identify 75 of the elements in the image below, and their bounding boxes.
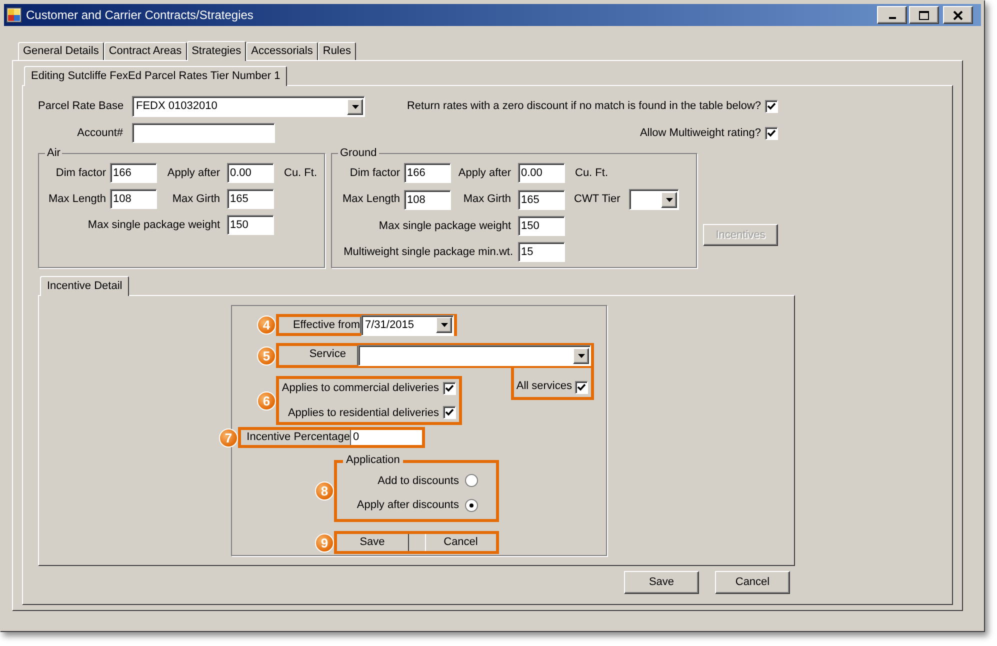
field-label: Max Length bbox=[48, 192, 107, 207]
field-label: Dim factor bbox=[348, 166, 401, 181]
input-field[interactable]: 166 bbox=[110, 163, 157, 183]
input-field[interactable]: 166 bbox=[404, 163, 451, 183]
tab[interactable]: Editing Sutcliffe FexEd Parcel Rates Tier Number 1 bbox=[24, 66, 288, 86]
tab[interactable]: General Details bbox=[18, 42, 104, 60]
field-label: Max Length bbox=[342, 192, 401, 208]
tab[interactable]: Rules bbox=[318, 42, 356, 60]
field-label: Apply after bbox=[457, 166, 512, 181]
field-label: All services bbox=[516, 378, 572, 394]
input-field[interactable]: 165 bbox=[227, 189, 274, 209]
field-label: Cu. Ft. bbox=[284, 166, 318, 181]
input-field[interactable]: 108 bbox=[404, 190, 451, 210]
account-field[interactable] bbox=[132, 123, 275, 143]
cwt-tier-dropdown[interactable] bbox=[629, 189, 680, 210]
tab[interactable]: Strategies bbox=[186, 41, 246, 61]
input-field[interactable]: 165 bbox=[518, 190, 565, 210]
field-label: Dim factor bbox=[54, 166, 107, 181]
callout-number: 9 bbox=[315, 533, 334, 552]
field-label: Max single package weight bbox=[378, 218, 512, 234]
service-dropdown[interactable] bbox=[358, 345, 591, 366]
parcel-rate-dropdown[interactable]: FEDX 01032010 bbox=[132, 96, 365, 117]
field-label: Applies to residential deliveries bbox=[288, 406, 439, 420]
save-button[interactable]: Save bbox=[624, 571, 699, 594]
field-label: CWT Tier bbox=[574, 192, 620, 208]
date-dropdown[interactable]: 7/31/2015 bbox=[361, 314, 454, 336]
field-label: Max Girth bbox=[171, 192, 221, 207]
callout-number: 6 bbox=[257, 391, 276, 410]
input-field[interactable]: 15 bbox=[518, 242, 565, 262]
minimize-button[interactable] bbox=[877, 6, 907, 24]
field-label: Max Girth bbox=[462, 192, 512, 208]
checkbox[interactable] bbox=[575, 381, 588, 394]
close-icon bbox=[953, 10, 963, 20]
input-field[interactable]: 150 bbox=[518, 216, 565, 236]
field-label: Parcel Rate Base bbox=[38, 99, 123, 114]
radio-button[interactable] bbox=[465, 498, 478, 512]
app-icon bbox=[6, 7, 22, 23]
field-label: Applies to commercial deliveries bbox=[282, 381, 439, 396]
percentage-field[interactable]: 0 bbox=[351, 430, 422, 445]
field-label: Apply after bbox=[166, 166, 221, 181]
input-field[interactable]: 108 bbox=[110, 189, 157, 209]
field-label: Cu. Ft. bbox=[575, 166, 608, 181]
group-title: Air bbox=[46, 147, 62, 159]
field-label: Multiweight single package min.wt. bbox=[342, 244, 514, 260]
checkbox[interactable] bbox=[443, 406, 456, 420]
minimize-icon bbox=[888, 17, 896, 19]
checkbox[interactable] bbox=[765, 100, 778, 113]
maximize-icon bbox=[919, 10, 929, 20]
tab[interactable]: Contract Areas bbox=[104, 42, 187, 60]
field-label: Apply after discounts bbox=[356, 498, 459, 513]
radio-button[interactable] bbox=[465, 474, 478, 488]
tab[interactable]: Incentive Detail bbox=[40, 276, 130, 296]
input-field[interactable]: 0.00 bbox=[227, 163, 274, 183]
checkbox[interactable] bbox=[443, 382, 456, 395]
group-title: Ground bbox=[339, 147, 378, 159]
checkbox[interactable] bbox=[765, 126, 778, 140]
cancel-button[interactable]: Cancel bbox=[715, 571, 790, 594]
group-title: Application bbox=[343, 454, 403, 466]
field-label: Max single package weight bbox=[86, 218, 221, 233]
tab[interactable]: Accessorials bbox=[246, 42, 318, 60]
callout-number: 7 bbox=[219, 428, 238, 447]
callout-number: 4 bbox=[257, 316, 276, 334]
field-label: Return rates with a zero discount if no match is found in the table below? bbox=[406, 99, 761, 114]
input-field[interactable]: 0.00 bbox=[518, 163, 565, 183]
field-label: Add to discounts bbox=[378, 474, 459, 488]
callout-number: 8 bbox=[315, 482, 334, 500]
cancel-button[interactable]: Cancel bbox=[424, 534, 496, 551]
maximize-button[interactable] bbox=[909, 6, 939, 24]
field-label: Allow Multiweight rating? bbox=[640, 126, 761, 141]
window-title: Customer and Carrier Contracts/Strategies bbox=[26, 7, 254, 24]
save-button[interactable]: Save bbox=[337, 534, 408, 551]
callout-number: 5 bbox=[257, 346, 276, 365]
field-label: Account# bbox=[76, 126, 123, 141]
close-button[interactable] bbox=[943, 6, 973, 24]
input-field[interactable]: 150 bbox=[227, 215, 274, 235]
